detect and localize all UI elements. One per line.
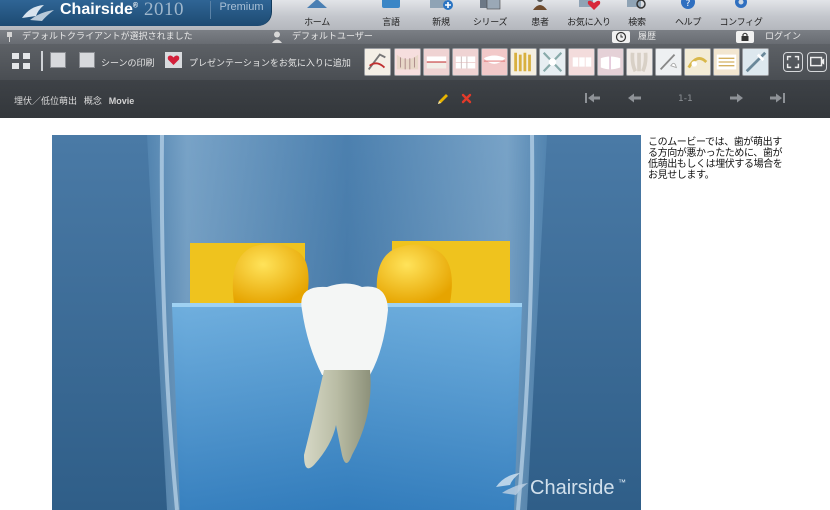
scene-thumb-11[interactable] bbox=[655, 48, 682, 76]
nav-new-label: 新規 bbox=[432, 18, 450, 28]
language-icon bbox=[382, 0, 400, 8]
print-icon[interactable] bbox=[79, 52, 95, 68]
nav-favorites-button[interactable]: お気に入り bbox=[564, 0, 614, 30]
nav-help-label: ヘルプ bbox=[674, 18, 702, 28]
presentation-mode-button[interactable] bbox=[807, 52, 827, 72]
first-page-icon[interactable] bbox=[584, 92, 602, 104]
config-icon bbox=[735, 0, 747, 8]
status-info-bar: デフォルトクライアントが選択されました デフォルトユーザー 履歴 ログイン bbox=[0, 30, 830, 44]
search-icon bbox=[627, 0, 646, 9]
add-favorite-button[interactable]: プレゼンテーションをお気に入りに追加 bbox=[189, 56, 351, 69]
edit-pencil-icon[interactable] bbox=[436, 92, 450, 106]
last-page-icon[interactable] bbox=[768, 92, 786, 104]
movie-description: このムービーでは、歯が萌出する方向が悪かったために、歯が低萌出もしくは埋伏する場… bbox=[648, 137, 783, 181]
app-header: Chairside® 2010 Premium ホーム 言語 新規 シリーズ 患… bbox=[0, 0, 830, 30]
nav-search-button[interactable]: 検索 bbox=[612, 0, 662, 30]
heart-favorite-icon[interactable] bbox=[165, 52, 182, 68]
default-user-text[interactable]: デフォルトユーザー bbox=[292, 31, 373, 43]
nav-favorites-label: お気に入り bbox=[567, 18, 611, 28]
scene-thumb-9[interactable] bbox=[597, 48, 624, 76]
nav-language-label: 言語 bbox=[382, 18, 400, 28]
pin-icon bbox=[7, 32, 12, 42]
scene-thumb-6[interactable] bbox=[510, 48, 537, 76]
nav-patient-label: 患者 bbox=[531, 18, 549, 28]
lock-icon[interactable] bbox=[736, 31, 754, 43]
history-link[interactable]: 履歴 bbox=[638, 31, 656, 43]
history-clock-icon[interactable] bbox=[612, 31, 630, 43]
chairside-logo-icon bbox=[22, 5, 54, 21]
delete-x-icon[interactable] bbox=[461, 93, 472, 104]
login-link[interactable]: ログイン bbox=[765, 31, 801, 43]
brand-edition: Premium bbox=[210, 1, 272, 19]
topic-title: 埋伏／低位萌出 bbox=[14, 97, 78, 107]
scene-thumb-3[interactable] bbox=[423, 48, 450, 76]
layout-grid-icon[interactable] bbox=[11, 52, 31, 70]
scene-thumb-1[interactable] bbox=[364, 48, 391, 76]
content-area: Chairside ™ このムービーでは、歯が萌出する方向が悪かったために、歯が… bbox=[0, 118, 830, 510]
scene-thumb-12[interactable] bbox=[684, 48, 711, 76]
fullscreen-button[interactable] bbox=[783, 52, 803, 72]
selected-client-text[interactable]: デフォルトクライアントが選択されました bbox=[22, 31, 193, 43]
nav-search-label: 検索 bbox=[628, 18, 646, 28]
watermark-mark: ™ bbox=[618, 478, 626, 487]
previous-page-icon[interactable] bbox=[626, 92, 644, 104]
nav-home-button[interactable]: ホーム bbox=[292, 0, 342, 30]
nav-language-button[interactable]: 言語 bbox=[366, 0, 416, 30]
scene-thumb-14[interactable] bbox=[742, 48, 769, 76]
presentation-icon bbox=[809, 56, 825, 67]
scene-thumb-7[interactable] bbox=[539, 48, 566, 76]
scene-toolbar: シーンの印刷 プレゼンテーションをお気に入りに追加 bbox=[0, 44, 830, 80]
favorites-icon bbox=[579, 0, 601, 10]
patient-icon bbox=[533, 0, 547, 10]
page-indicator: 1-1 bbox=[678, 94, 693, 104]
media-type-label: Movie bbox=[108, 96, 135, 106]
movie-frame-illustration: Chairside ™ bbox=[52, 135, 641, 510]
brand-area: Chairside® 2010 Premium bbox=[0, 0, 272, 26]
section-title: 概念 bbox=[83, 97, 102, 107]
home-icon bbox=[307, 0, 327, 8]
brand-name: Chairside® bbox=[60, 1, 139, 18]
scene-thumb-5[interactable] bbox=[481, 48, 508, 76]
nav-config-button[interactable]: コンフィグ bbox=[716, 0, 766, 30]
scene-thumb-13[interactable] bbox=[713, 48, 740, 76]
fullscreen-icon bbox=[786, 55, 800, 69]
nav-patient-button[interactable]: 患者 bbox=[515, 0, 565, 30]
toolbar-divider bbox=[41, 51, 43, 71]
brand-year: 2010 bbox=[144, 0, 184, 20]
help-icon: ? bbox=[681, 0, 695, 9]
svg-text:?: ? bbox=[686, 0, 691, 9]
new-icon bbox=[430, 0, 453, 10]
nav-series-button[interactable]: シリーズ bbox=[465, 0, 515, 30]
nav-config-label: コンフィグ bbox=[719, 18, 763, 28]
user-icon bbox=[272, 31, 282, 43]
nav-home-label: ホーム bbox=[304, 18, 330, 28]
series-icon bbox=[480, 0, 501, 10]
page-title: 埋伏／低位萌出 概念 Movie bbox=[14, 94, 134, 107]
nav-new-button[interactable]: 新規 bbox=[416, 0, 466, 30]
next-page-icon[interactable] bbox=[727, 92, 745, 104]
watermark-text: Chairside bbox=[530, 477, 614, 499]
scene-thumb-2[interactable] bbox=[394, 48, 421, 76]
scene-thumb-10[interactable] bbox=[626, 48, 653, 76]
doc-size-icon[interactable] bbox=[50, 52, 66, 68]
scene-thumb-8[interactable] bbox=[568, 48, 595, 76]
nav-series-label: シリーズ bbox=[472, 18, 508, 28]
print-scene-button[interactable]: シーンの印刷 bbox=[101, 56, 155, 69]
scene-title-bar: 埋伏／低位萌出 概念 Movie 1-1 bbox=[0, 80, 830, 118]
movie-player[interactable]: Chairside ™ bbox=[52, 135, 641, 510]
scene-thumb-4[interactable] bbox=[452, 48, 479, 76]
nav-help-button[interactable]: ? ヘルプ bbox=[663, 0, 713, 30]
